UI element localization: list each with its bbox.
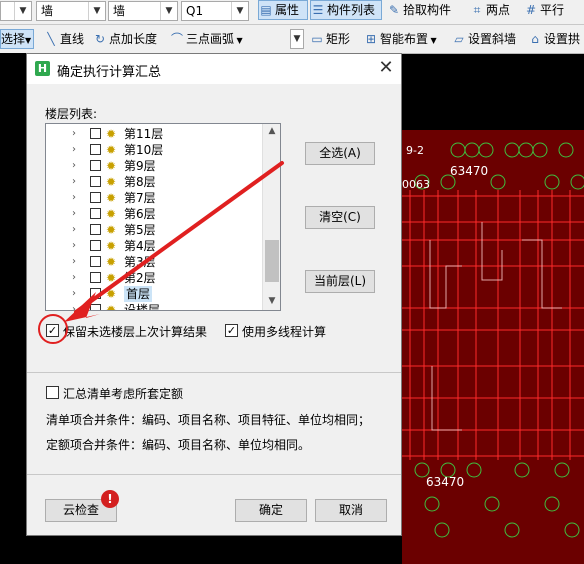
annotation-arrow-icon [64, 161, 284, 322]
